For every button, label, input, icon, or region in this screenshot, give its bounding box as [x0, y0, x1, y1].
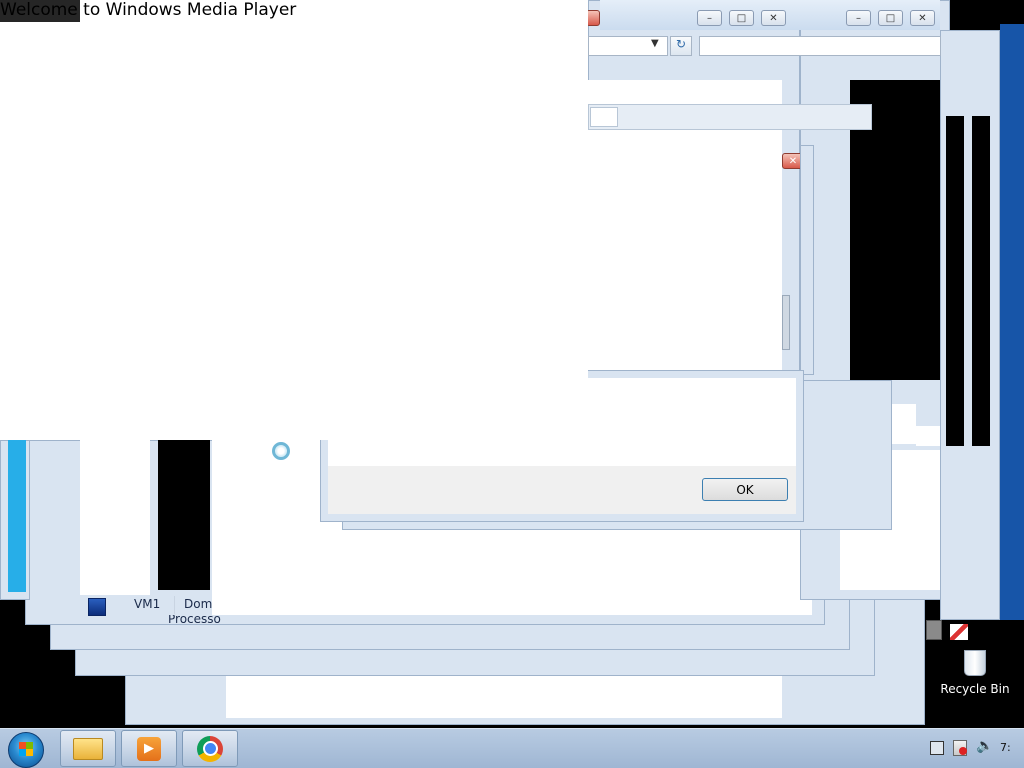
maximize-button[interactable]: □ [729, 10, 754, 26]
computer-icon [88, 598, 106, 616]
search-input[interactable] [699, 36, 941, 56]
close-button[interactable]: ✕ [761, 10, 786, 26]
wmp-title: Welcome to Windows Media Player [0, 0, 297, 20]
column-divider [174, 596, 175, 614]
explorer-window-right-blue-edge [1000, 24, 1024, 620]
windows-logo-icon [19, 742, 33, 756]
explorer-window-right-3-black-2 [972, 116, 990, 446]
media-player-icon: ▶ [137, 736, 161, 761]
scrollbar-thumb[interactable] [782, 295, 790, 350]
address-dropdown-icon[interactable]: ▼ [651, 38, 659, 49]
tray-network-icon[interactable] [930, 741, 944, 755]
close-button-partial[interactable] [586, 10, 600, 26]
taskbar-windows-media-player[interactable]: ▶ [121, 730, 177, 767]
taskbar: ▶ 🔈 7: [0, 728, 1024, 768]
recycle-bin-label[interactable]: Recycle Bin [938, 682, 1012, 696]
toolbar-strip [588, 104, 872, 130]
explorer-row[interactable]: VM1 Dom Processo [80, 594, 230, 626]
explorer-column-b [158, 440, 210, 590]
explorer-row-type: Dom [184, 597, 213, 611]
explorer-window-right-3-black [946, 116, 964, 446]
chrome-icon [197, 735, 223, 762]
wmp-window [0, 0, 588, 440]
start-button[interactable] [8, 732, 44, 768]
window-left-accent [8, 440, 26, 592]
refresh-icon[interactable]: ↻ [670, 36, 692, 56]
taskbar-clock[interactable]: 7: [1000, 741, 1011, 754]
explorer-row-sub: Processo [168, 615, 221, 623]
toolbar-field [590, 107, 618, 127]
busy-spinner-icon [272, 442, 290, 460]
close-button-2[interactable]: ✕ [910, 10, 935, 26]
ghost-panel-right-2 [892, 404, 916, 444]
desktop-small-icon [926, 620, 942, 640]
dialog-right-edge [800, 145, 814, 375]
taskbar-google-chrome[interactable] [182, 730, 238, 767]
explorer-row-name: VM1 [134, 597, 161, 611]
folder-icon [73, 737, 103, 760]
recycle-bin-icon[interactable] [960, 648, 990, 678]
minimize-button-2[interactable]: – [846, 10, 871, 26]
desktop-flag-icon [950, 624, 968, 640]
explorer-column-a [80, 440, 150, 595]
taskbar-windows-explorer[interactable] [60, 730, 116, 767]
ghost-panel-right-3 [916, 426, 940, 446]
tray-action-center-flag-icon[interactable] [953, 740, 967, 756]
maximize-button-2[interactable]: □ [878, 10, 903, 26]
minimize-button[interactable]: – [697, 10, 722, 26]
ok-button[interactable]: OK [702, 478, 788, 501]
tray-volume-icon[interactable]: 🔈 [976, 738, 993, 754]
